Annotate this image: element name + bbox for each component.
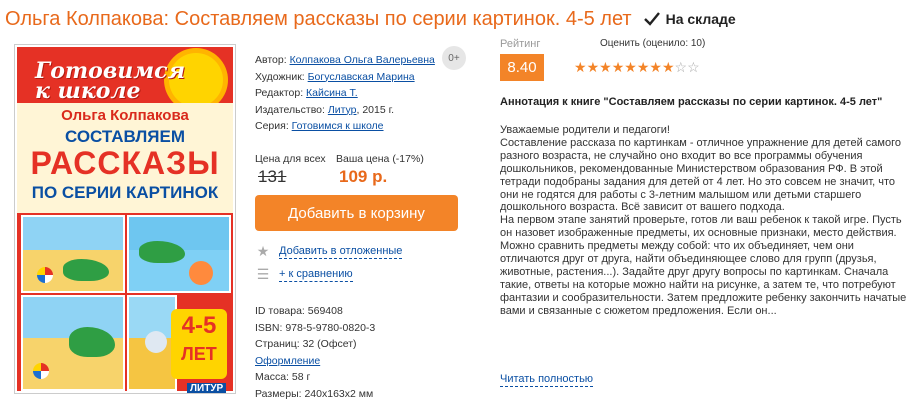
- detail-author: Автор: Колпакова Ольга Валерьевна: [255, 54, 435, 66]
- star-filled-icon[interactable]: ★: [599, 59, 612, 75]
- page-title: Ольга Колпакова: Составляем рассказы по …: [5, 7, 632, 30]
- author-link[interactable]: Колпакова Ольга Валерьевна: [290, 54, 435, 66]
- publisher-link[interactable]: Литур: [328, 104, 357, 116]
- annotation-paragraph-2: На первом этапе занятий проверьте, готов…: [500, 214, 907, 317]
- annotation-body: Уважаемые родители и педагоги! Составлен…: [500, 124, 914, 318]
- rating-stars[interactable]: ★★★★★★★★☆☆: [574, 59, 700, 75]
- stock-label: На складе: [665, 11, 736, 27]
- star-filled-icon[interactable]: ★: [637, 59, 650, 75]
- age-rating-badge: 0+: [442, 46, 466, 70]
- star-filled-icon[interactable]: ★: [624, 59, 637, 75]
- spec-id: ID товара: 569408: [255, 305, 343, 317]
- series-link[interactable]: Готовимся к школе: [292, 120, 384, 132]
- cover-picture-1: [21, 215, 125, 293]
- rating-label: Рейтинг: [500, 38, 541, 50]
- cover-title-line3: ПО СЕРИИ КАРТИНОК: [31, 183, 219, 202]
- spec-dimensions: Размеры: 240x163x2 мм: [255, 387, 374, 400]
- spec-isbn: ISBN: 978-5-9780-0820-3: [255, 321, 376, 334]
- cover-age-number: 4-5: [181, 312, 217, 339]
- spec-pages: Страниц: 32 (Офсет): [255, 338, 357, 350]
- wishlist-link[interactable]: Добавить в отложенные: [279, 245, 403, 259]
- spec-weight: Масса: 58 г: [255, 371, 311, 383]
- cover-title-line2: РАССКАЗЫ: [30, 145, 220, 181]
- book-cover[interactable]: Готовимся к школе Ольга Колпакова СОСТАВ…: [14, 44, 236, 394]
- detail-illustrator: Художник: Богуславская Марина: [255, 70, 415, 83]
- compare-link[interactable]: + к сравнению: [279, 268, 353, 282]
- cover-age-word: ЛЕТ: [181, 344, 217, 364]
- star-empty-icon[interactable]: ☆: [687, 59, 700, 75]
- star-filled-icon[interactable]: ★: [587, 59, 600, 75]
- annotation-paragraph-1: Составление рассказа по картинкам - отли…: [500, 136, 901, 214]
- cover-series-logo: Готовимся к школе: [35, 58, 186, 104]
- star-filled-icon[interactable]: ★: [662, 59, 675, 75]
- price-your-label: Ваша цена (-17%): [336, 153, 424, 165]
- annotation-greeting: Уважаемые родители и педагоги!: [500, 124, 670, 136]
- cover-age-badge: 4-5 ЛЕТ: [171, 309, 227, 379]
- rating-value: 8.40: [500, 54, 544, 81]
- star-filled-icon[interactable]: ★: [649, 59, 662, 75]
- old-price: 131: [258, 167, 287, 186]
- annotation-title: Аннотация к книге "Составляем рассказы п…: [500, 96, 883, 108]
- editor-link[interactable]: Кайсина Т.: [306, 87, 358, 99]
- rate-label: Оценить (оценило: 10): [600, 38, 706, 49]
- cover-publisher-mark: ЛИТУР: [187, 383, 227, 393]
- detail-editor: Редактор: Кайсина Т.: [255, 87, 358, 99]
- wishlist-action[interactable]: ★ Добавить в отложенные: [255, 243, 403, 260]
- check-icon: [643, 12, 660, 26]
- star-filled-icon[interactable]: ★: [574, 59, 587, 75]
- star-empty-icon[interactable]: ☆: [675, 59, 688, 75]
- list-icon: ☰: [256, 266, 270, 282]
- design-link[interactable]: Оформление: [255, 355, 320, 367]
- title-row: Ольга Колпакова: Составляем рассказы по …: [5, 6, 736, 32]
- detail-publisher: Издательство: Литур, 2015 г.: [255, 103, 395, 116]
- detail-series: Серия: Готовимся к школе: [255, 120, 384, 132]
- cover-picture-4: [127, 295, 177, 391]
- book-details: Автор: Колпакова Ольга Валерьевна Художн…: [255, 52, 435, 135]
- cover-author: Ольга Колпакова: [61, 107, 189, 124]
- price-all-label: Цена для всех: [255, 153, 326, 165]
- cover-picture-2: [127, 215, 231, 293]
- compare-action[interactable]: ☰ + к сравнению: [255, 266, 353, 283]
- cover-title-line1: СОСТАВЛЯЕМ: [64, 127, 186, 146]
- cover-art: Готовимся к школе Ольга Колпакова СОСТАВ…: [17, 47, 233, 393]
- book-specs: ID товара: 569408 ISBN: 978-5-9780-0820-…: [255, 303, 375, 402]
- star-icon: ★: [256, 243, 270, 259]
- cover-picture-3: [21, 295, 125, 391]
- add-to-cart-button[interactable]: Добавить в корзину: [255, 195, 458, 231]
- stock-status: На складе: [643, 11, 736, 27]
- illustrator-link[interactable]: Богуславская Марина: [308, 71, 415, 83]
- new-price: 109 р.: [339, 167, 388, 186]
- read-more-link[interactable]: Читать полностью: [500, 373, 594, 387]
- star-filled-icon[interactable]: ★: [612, 59, 625, 75]
